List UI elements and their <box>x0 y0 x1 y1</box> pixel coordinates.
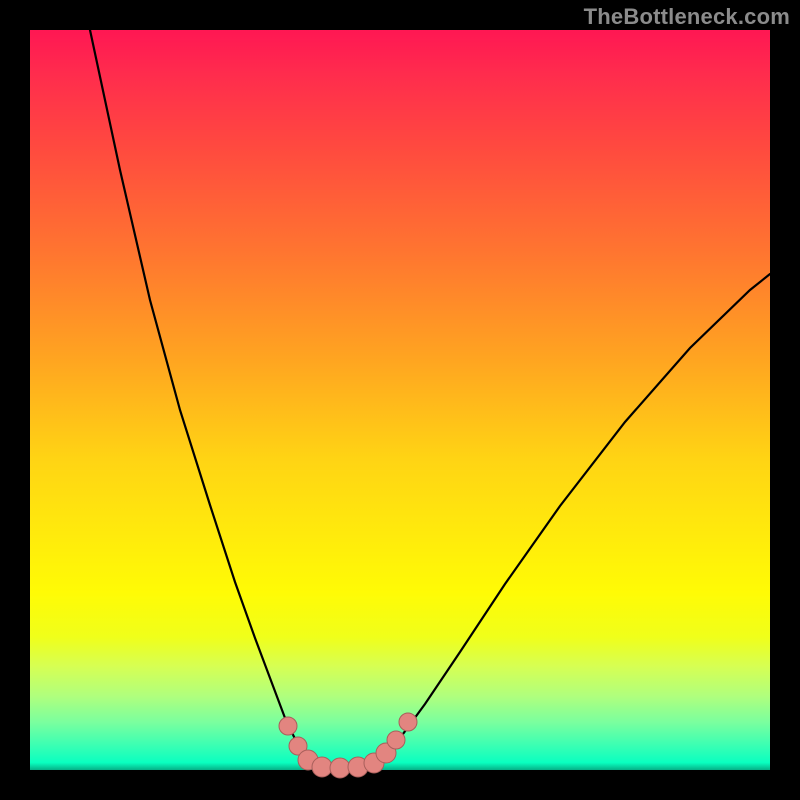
curve-left-branch <box>90 30 315 767</box>
curve-right-branch <box>370 274 770 766</box>
data-marker <box>330 758 350 778</box>
chart-frame: TheBottleneck.com <box>0 0 800 800</box>
data-marker <box>387 731 405 749</box>
watermark-text: TheBottleneck.com <box>584 4 790 30</box>
data-marker <box>399 713 417 731</box>
marker-group <box>279 713 417 778</box>
chart-svg <box>30 30 770 770</box>
data-marker <box>279 717 297 735</box>
data-marker <box>312 757 332 777</box>
